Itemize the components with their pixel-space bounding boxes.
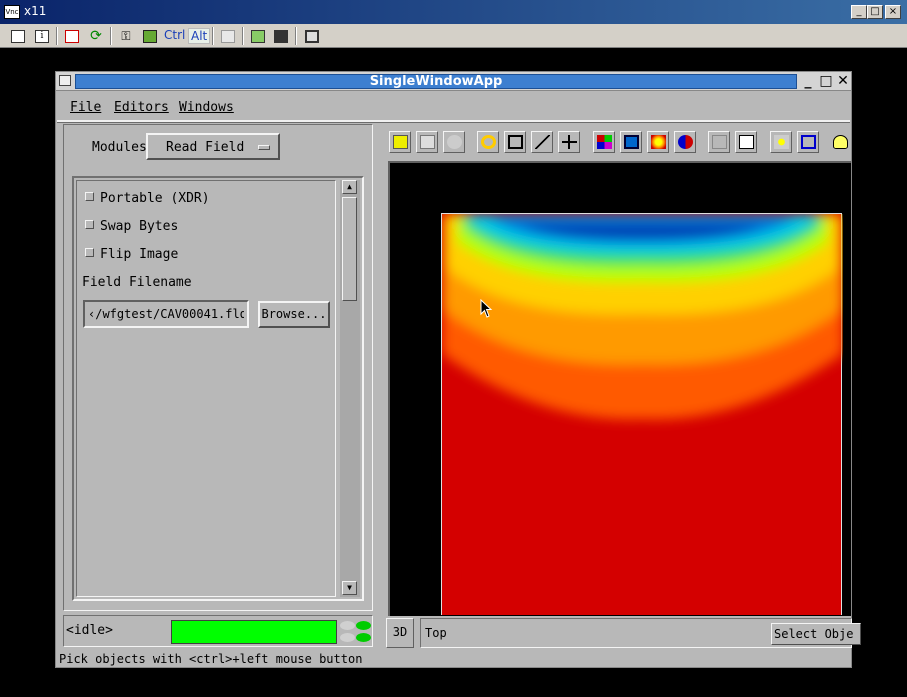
blue-box-icon[interactable] bbox=[620, 131, 642, 153]
app-maximize-icon[interactable]: □ bbox=[818, 73, 834, 89]
chevron-down-icon bbox=[258, 145, 270, 150]
status-bar: <idle> bbox=[63, 615, 373, 647]
viewer-toolbar bbox=[374, 126, 851, 162]
menu-bar: File Editors Windows bbox=[57, 92, 850, 122]
vertical-scrollbar[interactable]: ▲ ▼ bbox=[340, 180, 360, 597]
vnc-app-icon[interactable]: Vnc bbox=[4, 5, 20, 19]
status-led-top bbox=[340, 620, 372, 631]
flip-image-label: Flip Image bbox=[100, 247, 179, 262]
field-render[interactable] bbox=[441, 213, 843, 615]
menu-windows-label: Windows bbox=[179, 100, 234, 115]
window-menu-icon[interactable] bbox=[59, 75, 71, 86]
menu-file[interactable]: File bbox=[70, 100, 101, 115]
module-panel: Modules Read Field Portable (XDR) Swap B… bbox=[63, 124, 373, 611]
minimize-icon[interactable]: _ bbox=[851, 5, 867, 19]
close-icon[interactable]: × bbox=[885, 5, 901, 19]
scale-icon[interactable] bbox=[504, 131, 526, 153]
outer-toolbar: i ⟳ ⚿ Ctrl Alt bbox=[0, 24, 907, 48]
module-options-frame: Portable (XDR) Swap Bytes Flip Image Fie… bbox=[72, 176, 364, 601]
app-minimize-icon[interactable]: _ bbox=[800, 73, 816, 89]
view-name: Top bbox=[425, 626, 447, 640]
fullscreen-icon[interactable] bbox=[62, 27, 82, 45]
modules-value: Read Field bbox=[166, 140, 245, 155]
alt-button[interactable]: Alt bbox=[188, 28, 211, 44]
checkbox-icon bbox=[85, 248, 94, 257]
portable-xdr-label: Portable (XDR) bbox=[100, 191, 210, 206]
ctrl-alt-del-icon[interactable] bbox=[140, 27, 160, 45]
status-led-bottom bbox=[340, 632, 372, 643]
save-icon[interactable] bbox=[271, 27, 291, 45]
render-icon[interactable] bbox=[770, 131, 792, 153]
menu-editors-label: Editors bbox=[114, 100, 169, 115]
ctrl-button[interactable]: Ctrl bbox=[164, 28, 185, 42]
maximize-icon[interactable]: □ bbox=[867, 5, 883, 19]
progress-fill bbox=[172, 621, 336, 643]
scroll-down-icon[interactable]: ▼ bbox=[342, 581, 357, 595]
field-filename-input[interactable] bbox=[83, 300, 249, 328]
refresh-icon[interactable]: ⟳ bbox=[86, 27, 106, 45]
scroll-up-icon[interactable]: ▲ bbox=[342, 180, 357, 194]
light-icon[interactable] bbox=[443, 131, 465, 153]
menu-editors[interactable]: Editors bbox=[114, 100, 169, 115]
translate-icon[interactable] bbox=[558, 131, 580, 153]
rotate-icon[interactable] bbox=[477, 131, 499, 153]
transfer-icon[interactable] bbox=[248, 27, 268, 45]
hint-text: Pick objects with <ctrl>+left mouse butt… bbox=[59, 652, 363, 666]
select-object-button[interactable]: Select Obje bbox=[771, 623, 861, 645]
notes-icon[interactable] bbox=[735, 131, 757, 153]
window-icon[interactable] bbox=[302, 27, 322, 45]
zoom-icon[interactable] bbox=[531, 131, 553, 153]
copy-icon[interactable] bbox=[218, 27, 238, 45]
app-title[interactable]: SingleWindowApp bbox=[75, 74, 797, 89]
app-title-bar: SingleWindowApp _ □ ✕ bbox=[56, 72, 851, 91]
lamp-icon[interactable] bbox=[829, 131, 851, 153]
menu-windows[interactable]: Windows bbox=[179, 100, 234, 115]
edit-icon[interactable] bbox=[416, 131, 438, 153]
module-options: Portable (XDR) Swap Bytes Flip Image Fie… bbox=[76, 180, 336, 597]
mouse-cursor-icon bbox=[480, 299, 493, 318]
modules-label: Modules bbox=[92, 140, 147, 155]
frame-icon[interactable] bbox=[708, 131, 730, 153]
3d-mode-button[interactable]: 3D bbox=[386, 618, 414, 648]
view-status-bar: 3D Top Select Obje bbox=[386, 618, 861, 648]
color-icon[interactable] bbox=[593, 131, 615, 153]
app-close-icon[interactable]: ✕ bbox=[835, 73, 851, 89]
browse-button[interactable]: Browse... bbox=[258, 301, 330, 328]
annotate-icon[interactable] bbox=[389, 131, 411, 153]
info-icon[interactable]: i bbox=[32, 27, 52, 45]
field-colormap bbox=[442, 214, 843, 420]
swap-bytes-label: Swap Bytes bbox=[100, 219, 179, 234]
keys-icon[interactable]: ⚿ bbox=[116, 27, 136, 45]
portable-xdr-checkbox[interactable]: Portable (XDR) bbox=[85, 191, 210, 206]
3d-viewer[interactable] bbox=[388, 161, 851, 616]
cube-icon[interactable] bbox=[797, 131, 819, 153]
outer-window-title: x11 bbox=[24, 4, 47, 18]
status-text: <idle> bbox=[66, 623, 113, 638]
single-window-app: SingleWindowApp _ □ ✕ File Editors Windo… bbox=[55, 71, 861, 668]
texture-icon[interactable] bbox=[674, 131, 696, 153]
modules-dropdown[interactable]: Read Field bbox=[146, 133, 280, 160]
checkbox-icon bbox=[85, 192, 94, 201]
flip-image-checkbox[interactable]: Flip Image bbox=[85, 247, 178, 262]
menu-file-label: File bbox=[70, 100, 102, 115]
checkbox-icon bbox=[85, 220, 94, 229]
sphere-icon[interactable] bbox=[647, 131, 669, 153]
outer-title-bar: Vnc x11 _ □ × bbox=[0, 0, 907, 24]
swap-bytes-checkbox[interactable]: Swap Bytes bbox=[85, 219, 178, 234]
scroll-thumb[interactable] bbox=[342, 197, 357, 301]
progress-bar bbox=[171, 620, 337, 644]
clipboard-icon[interactable] bbox=[8, 27, 28, 45]
field-filename-label: Field Filename bbox=[82, 275, 192, 290]
